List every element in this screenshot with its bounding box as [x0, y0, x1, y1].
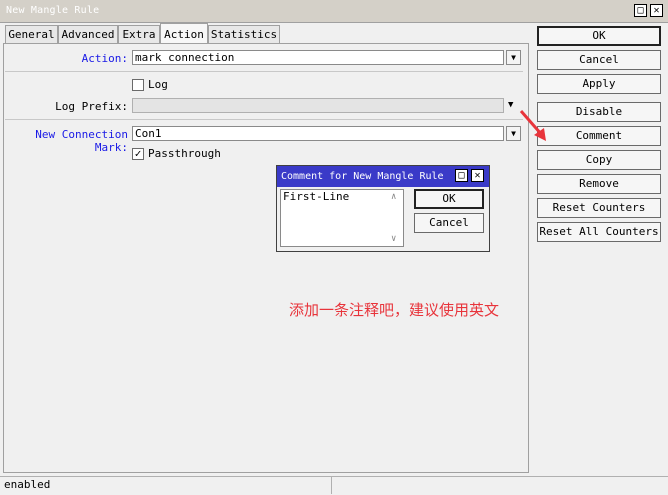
- log-label: Log: [148, 78, 168, 91]
- separator: [5, 71, 523, 72]
- annotation-text: 添加一条注释吧，建议使用英文: [289, 301, 500, 319]
- apply-button[interactable]: Apply: [537, 74, 661, 94]
- comment-textarea[interactable]: First-Line: [280, 189, 404, 247]
- cancel-button[interactable]: Cancel: [537, 50, 661, 70]
- window-titlebar: New Mangle Rule □ ✕: [0, 0, 668, 23]
- close-icon[interactable]: ✕: [650, 4, 663, 17]
- action-select[interactable]: mark connection: [132, 50, 504, 65]
- status-bar: enabled: [0, 476, 668, 495]
- chevron-down-icon: ▼: [511, 129, 516, 138]
- new-connection-mark-label: New Connection Mark:: [35, 128, 128, 154]
- comment-dialog: Comment for New Mangle Rule □ ✕ First-Li…: [276, 165, 490, 252]
- checkmark-icon: ✓: [134, 147, 142, 160]
- log-checkbox[interactable]: [132, 79, 144, 91]
- tab-extra[interactable]: Extra: [118, 25, 160, 44]
- dialog-cancel-button[interactable]: Cancel: [414, 213, 484, 233]
- copy-button[interactable]: Copy: [537, 150, 661, 170]
- status-state: enabled: [0, 477, 332, 494]
- arrow-icon: [519, 110, 546, 141]
- tab-statistics[interactable]: Statistics: [208, 25, 280, 44]
- passthrough-label: Passthrough: [148, 147, 221, 160]
- passthrough-checkbox[interactable]: ✓: [132, 148, 144, 160]
- window-title: New Mangle Rule: [6, 5, 100, 16]
- chevron-down-icon: ▼: [511, 53, 516, 62]
- close-icon[interactable]: ✕: [471, 169, 484, 182]
- status-cell-empty: [332, 477, 668, 494]
- dialog-ok-button[interactable]: OK: [414, 189, 484, 209]
- reset-all-counters-button[interactable]: Reset All Counters: [537, 222, 661, 242]
- tab-general[interactable]: General: [5, 25, 58, 44]
- new-connection-mark-field[interactable]: Con1: [132, 126, 504, 141]
- tab-advanced[interactable]: Advanced: [58, 25, 118, 44]
- scroll-up-icon[interactable]: ∧: [391, 192, 396, 202]
- separator: [5, 119, 523, 120]
- reset-counters-button[interactable]: Reset Counters: [537, 198, 661, 218]
- action-dropdown-button[interactable]: ▼: [506, 50, 521, 65]
- scroll-down-icon[interactable]: ∨: [391, 234, 396, 244]
- log-prefix-field: [132, 98, 504, 113]
- dialog-titlebar: Comment for New Mangle Rule □ ✕: [277, 166, 489, 187]
- tab-action[interactable]: Action: [160, 23, 208, 44]
- action-label: Action:: [81, 52, 128, 65]
- ok-button[interactable]: OK: [537, 26, 661, 46]
- chevron-down-icon[interactable]: ▼: [508, 100, 513, 110]
- disable-button[interactable]: Disable: [537, 102, 661, 122]
- maximize-icon[interactable]: □: [455, 169, 468, 182]
- maximize-icon[interactable]: □: [634, 4, 647, 17]
- dialog-title: Comment for New Mangle Rule: [281, 171, 444, 182]
- remove-button[interactable]: Remove: [537, 174, 661, 194]
- comment-button[interactable]: Comment: [537, 126, 661, 146]
- log-prefix-label: Log Prefix:: [55, 100, 128, 113]
- comment-scrollbar[interactable]: ∧ ∨: [389, 190, 403, 246]
